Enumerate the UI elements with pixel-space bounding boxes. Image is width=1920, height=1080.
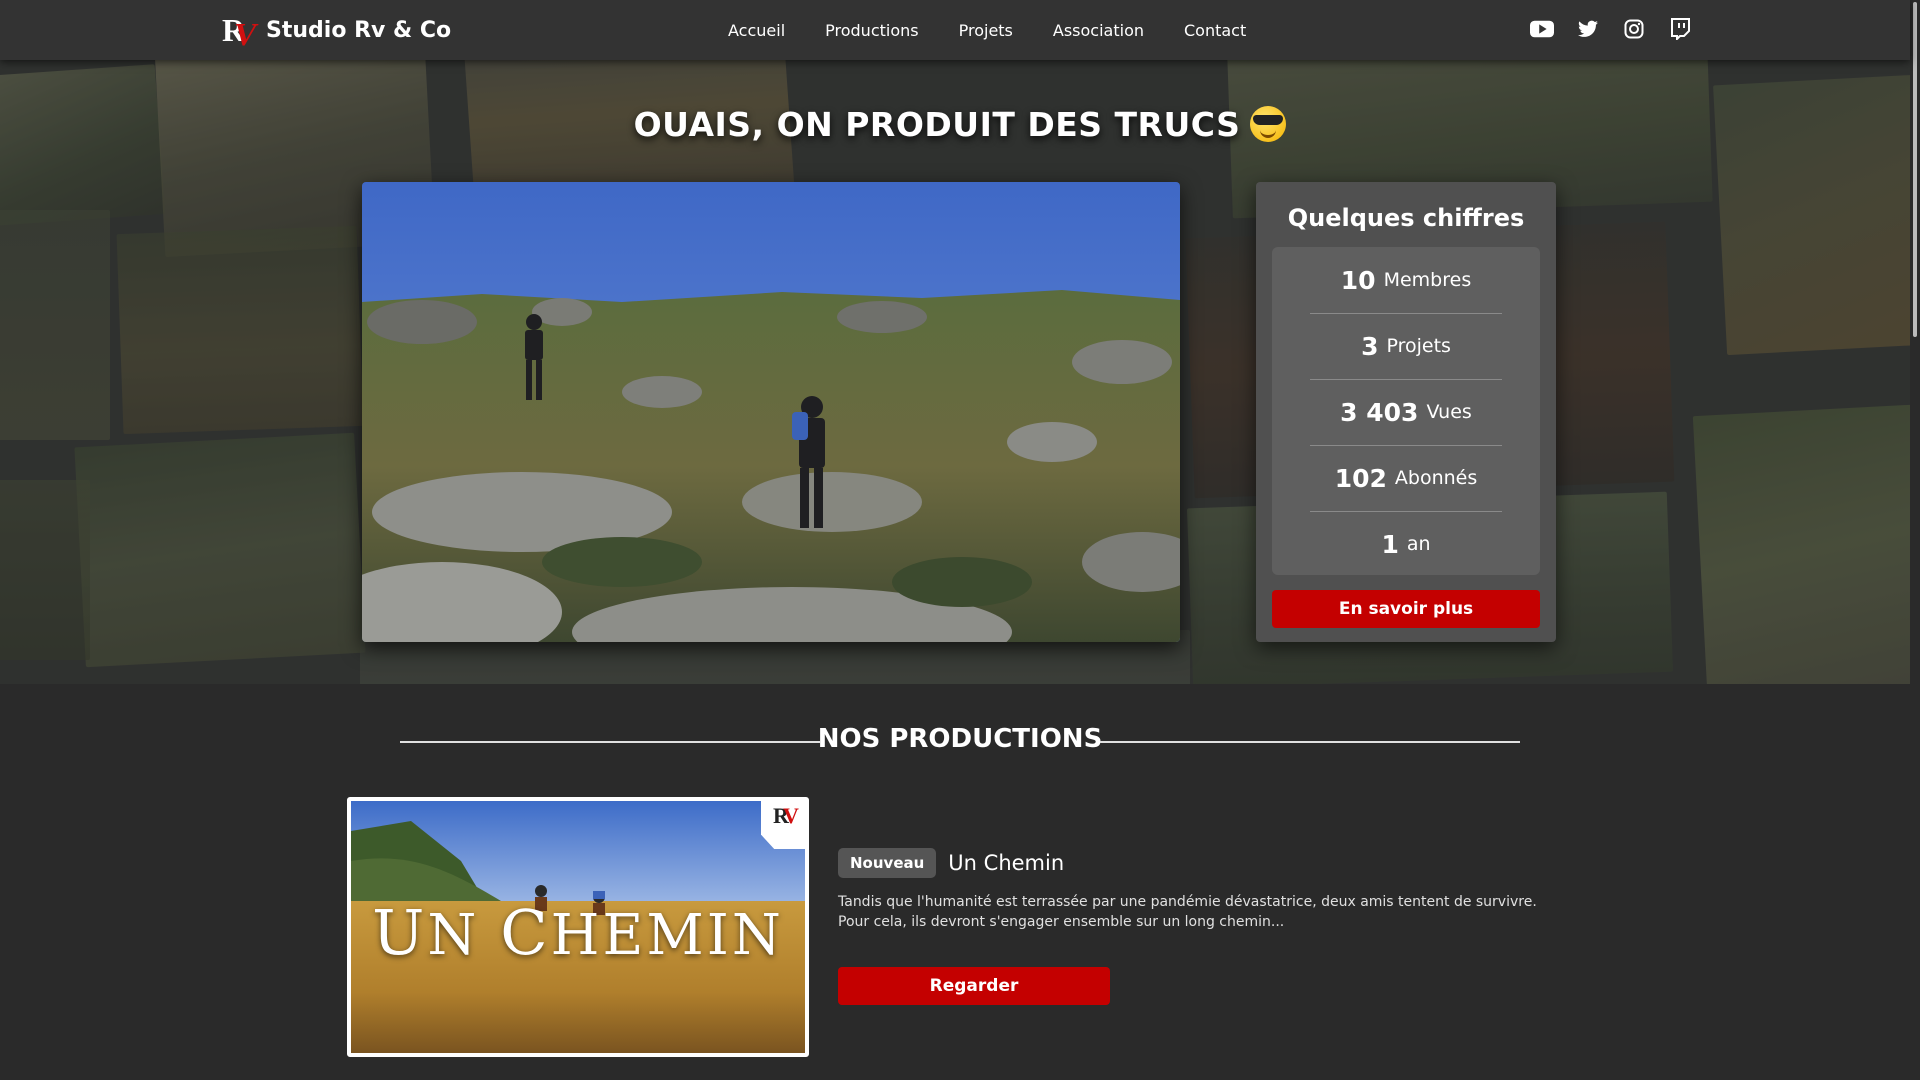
twitch-icon[interactable]	[1668, 16, 1692, 42]
instagram-icon[interactable]	[1622, 16, 1646, 42]
navbar: RV Studio Rv & Co Accueil Productions Pr…	[0, 0, 1910, 60]
productions-header: NOS PRODUCTIONS	[0, 724, 1920, 764]
nav-productions[interactable]: Productions	[825, 21, 918, 40]
stats-list: 10 Membres 3 Projets 3 403 Vues 102 Abonnés …	[1272, 247, 1540, 575]
watch-button[interactable]: Regarder	[838, 967, 1110, 1005]
production-heading: Nouveau Un Chemin	[838, 848, 1538, 878]
hero-section: OUAIS, ON PRODUIT DES TRUCS Quelques chi…	[0, 60, 1910, 684]
page-scrollbar[interactable]	[1910, 0, 1920, 1080]
production-info: Nouveau Un Chemin Tandis que l'humanité …	[838, 848, 1538, 932]
stats-title: Quelques chiffres	[1287, 204, 1525, 232]
production-thumbnail[interactable]: UN CHEMIN RV	[347, 797, 809, 1057]
hero-title: OUAIS, ON PRODUIT DES TRUCS	[0, 105, 1910, 144]
stat-views: 3 403 Vues	[1272, 379, 1540, 445]
twitter-icon[interactable]	[1576, 16, 1600, 42]
studio-logo[interactable]: RV	[222, 10, 260, 52]
film-title-art: UN CHEMIN	[372, 896, 784, 969]
nav-association[interactable]: Association	[1053, 21, 1144, 40]
learn-more-button[interactable]: En savoir plus	[1272, 590, 1540, 628]
nav-projets[interactable]: Projets	[959, 21, 1013, 40]
stats-card: Quelques chiffres 10 Membres 3 Projets 3 4…	[1256, 182, 1556, 642]
nav-accueil[interactable]: Accueil	[728, 21, 785, 40]
brand[interactable]: RV Studio Rv & Co	[222, 10, 451, 52]
sunglasses-emoji-icon	[1250, 106, 1287, 142]
production-description: Tandis que l'humanité est terrassée par …	[838, 894, 1537, 930]
youtube-icon[interactable]	[1530, 16, 1554, 42]
stat-years: 1 an	[1272, 511, 1540, 577]
new-badge: Nouveau	[838, 848, 937, 878]
social-links	[1530, 16, 1692, 42]
main-nav: Accueil Productions Projets Association …	[728, 0, 1246, 60]
scrollbar-thumb[interactable]	[1913, 2, 1917, 337]
divider-line-right	[1100, 741, 1520, 743]
stat-subscribers: 102 Abonnés	[1272, 445, 1540, 511]
hero-main-photo	[362, 182, 1180, 642]
production-title: Un Chemin	[948, 851, 1065, 875]
nav-contact[interactable]: Contact	[1184, 21, 1246, 40]
stat-projects: 3 Projets	[1272, 313, 1540, 379]
brand-name[interactable]: Studio Rv & Co	[266, 18, 451, 43]
stat-members: 10 Membres	[1340, 265, 1472, 295]
productions-title: NOS PRODUCTIONS	[817, 724, 1103, 754]
